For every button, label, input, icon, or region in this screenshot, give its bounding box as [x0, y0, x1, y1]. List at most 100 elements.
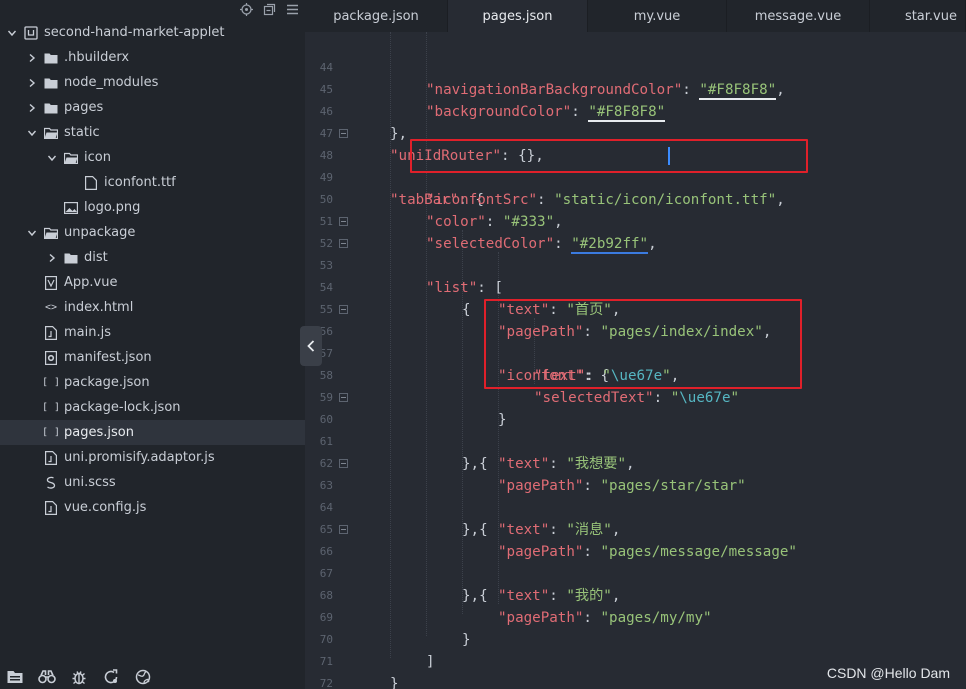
- json-file-icon: [ ]: [41, 402, 61, 413]
- tree-item-iconfont-ttf[interactable]: iconfont.ttf: [0, 170, 305, 195]
- highlight-box-iconfont: [484, 299, 802, 389]
- tree-item-label: uni.scss: [64, 475, 116, 490]
- tree-item-uni-scss[interactable]: uni.scss: [0, 470, 305, 495]
- folder-open-icon: [44, 126, 58, 140]
- tree-item-pages[interactable]: pages: [0, 95, 305, 120]
- tab-message-vue[interactable]: message.vue: [727, 0, 870, 32]
- tree-item-icon-folder[interactable]: icon: [0, 145, 305, 170]
- tree-item-label: iconfont.ttf: [104, 175, 176, 190]
- tree-item-label: pages: [64, 100, 104, 115]
- code-line: 55 "pagePath": "pages/index/index",: [305, 277, 966, 340]
- tab-star-vue[interactable]: star.vue: [870, 0, 966, 32]
- tree-item-label: logo.png: [84, 200, 141, 215]
- js-file-icon: [44, 500, 58, 515]
- json-file-icon: [ ]: [41, 427, 61, 438]
- collapse-all-icon[interactable]: [262, 2, 276, 16]
- settings-file-icon: [44, 350, 58, 365]
- tree-item-pages-json[interactable]: [ ] pages.json: [0, 420, 305, 445]
- tree-item-vue-config-js[interactable]: vue.config.js: [0, 495, 305, 520]
- fold-toggle-icon[interactable]: [339, 217, 348, 226]
- chevron-down-icon[interactable]: [46, 145, 58, 170]
- image-file-icon: [64, 201, 78, 215]
- code-line: 62 "pagePath": "pages/star/star": [305, 431, 966, 494]
- html-file-icon: <>: [44, 302, 58, 313]
- folder-icon: [64, 251, 78, 265]
- code-line: 66 },{: [305, 519, 966, 604]
- menu-icon[interactable]: [285, 2, 299, 16]
- tree-item-main-js[interactable]: main.js: [0, 320, 305, 345]
- fold-toggle-icon[interactable]: [339, 305, 348, 314]
- globe-icon[interactable]: [134, 668, 152, 686]
- code-line: 67 "text": "我的",: [305, 541, 966, 604]
- fold-toggle-icon[interactable]: [339, 129, 348, 138]
- chevron-right-icon[interactable]: [46, 245, 58, 270]
- fold-toggle-icon[interactable]: [339, 525, 348, 534]
- code-line: 64 "text": "消息",: [305, 475, 966, 538]
- folder-open-icon: [64, 151, 78, 165]
- tree-item-label: vue.config.js: [64, 500, 147, 515]
- tree-item-index-html[interactable]: <> index.html: [0, 295, 305, 320]
- tree-item-uni-promisify[interactable]: uni.promisify.adaptor.js: [0, 445, 305, 470]
- tab-label: pages.json: [482, 8, 553, 24]
- project-manager-icon[interactable]: [6, 668, 24, 686]
- tree-item-hbuilderx[interactable]: .hbuilderx: [0, 45, 305, 70]
- tab-label: message.vue: [754, 8, 842, 24]
- chevron-right-icon[interactable]: [26, 45, 38, 70]
- binoculars-icon[interactable]: [38, 668, 56, 686]
- file-explorer-sidebar: second-hand-market-applet .hbuilderx nod…: [0, 0, 305, 689]
- chevron-right-icon[interactable]: [26, 95, 38, 120]
- code-line: 70 ]: [305, 607, 966, 670]
- folder-icon: [44, 51, 58, 65]
- bug-icon[interactable]: [70, 668, 88, 686]
- json-file-icon: [ ]: [41, 377, 61, 388]
- highlight-box-iconfontsrc: [410, 139, 808, 173]
- code-line: 44 "navigationBarBackgroundColor": "#F8F…: [305, 35, 966, 100]
- js-file-icon: [44, 450, 58, 465]
- tree-item-project-root[interactable]: second-hand-market-applet: [0, 20, 305, 45]
- tree-item-node-modules[interactable]: node_modules: [0, 70, 305, 95]
- editor-tabs: package.json pages.json my.vue message.v…: [305, 0, 966, 32]
- fold-toggle-icon[interactable]: [339, 239, 348, 248]
- tree-item-dist[interactable]: dist: [0, 245, 305, 270]
- tab-package-json[interactable]: package.json: [305, 0, 448, 32]
- chevron-down-icon[interactable]: [26, 220, 38, 245]
- watermark: CSDN @Hello Dam: [826, 665, 950, 681]
- tree-item-package-lock-json[interactable]: [ ] package-lock.json: [0, 395, 305, 420]
- tree-item-static[interactable]: static: [0, 120, 305, 145]
- tree-item-package-json[interactable]: [ ] package.json: [0, 370, 305, 395]
- tree-item-label: icon: [84, 150, 111, 165]
- tab-my-vue[interactable]: my.vue: [588, 0, 727, 32]
- tab-label: package.json: [333, 8, 419, 24]
- locate-file-icon[interactable]: [239, 2, 253, 16]
- collapse-sidebar-button[interactable]: [300, 326, 322, 366]
- code-line: 63 },{: [305, 453, 966, 538]
- tree-item-label: dist: [84, 250, 108, 265]
- fold-toggle-icon[interactable]: [339, 393, 348, 402]
- folder-icon: [44, 101, 58, 115]
- fold-toggle-icon[interactable]: [339, 459, 348, 468]
- code-line: 54 "text": "首页",: [305, 255, 966, 318]
- tree-item-manifest-json[interactable]: manifest.json: [0, 345, 305, 370]
- tree-item-label: unpackage: [64, 225, 136, 240]
- font-file-icon: [84, 175, 98, 190]
- tab-label: star.vue: [904, 8, 957, 24]
- tree-item-app-vue[interactable]: App.vue: [0, 270, 305, 295]
- scss-file-icon: [44, 476, 58, 490]
- refresh-icon[interactable]: [102, 668, 120, 686]
- tree-item-label: node_modules: [64, 75, 159, 90]
- code-line: 69 }: [305, 585, 966, 648]
- code-line: 71 }: [305, 629, 966, 689]
- code-line: 53 {: [305, 233, 966, 318]
- tree-item-unpackage[interactable]: unpackage: [0, 220, 305, 245]
- chevron-down-icon[interactable]: [26, 120, 38, 145]
- chevron-down-icon[interactable]: [6, 20, 18, 45]
- chevron-left-icon: [307, 337, 315, 356]
- code-line: 60 },{: [305, 387, 966, 472]
- sidebar-bottom-toolbar: [0, 664, 305, 689]
- tree-item-label: App.vue: [64, 275, 118, 290]
- tab-pages-json[interactable]: pages.json: [448, 0, 588, 32]
- folder-icon: [44, 76, 58, 90]
- chevron-right-icon[interactable]: [26, 70, 38, 95]
- code-editor[interactable]: 44 "navigationBarBackgroundColor": "#F8F…: [305, 32, 966, 689]
- tree-item-logo-png[interactable]: logo.png: [0, 195, 305, 220]
